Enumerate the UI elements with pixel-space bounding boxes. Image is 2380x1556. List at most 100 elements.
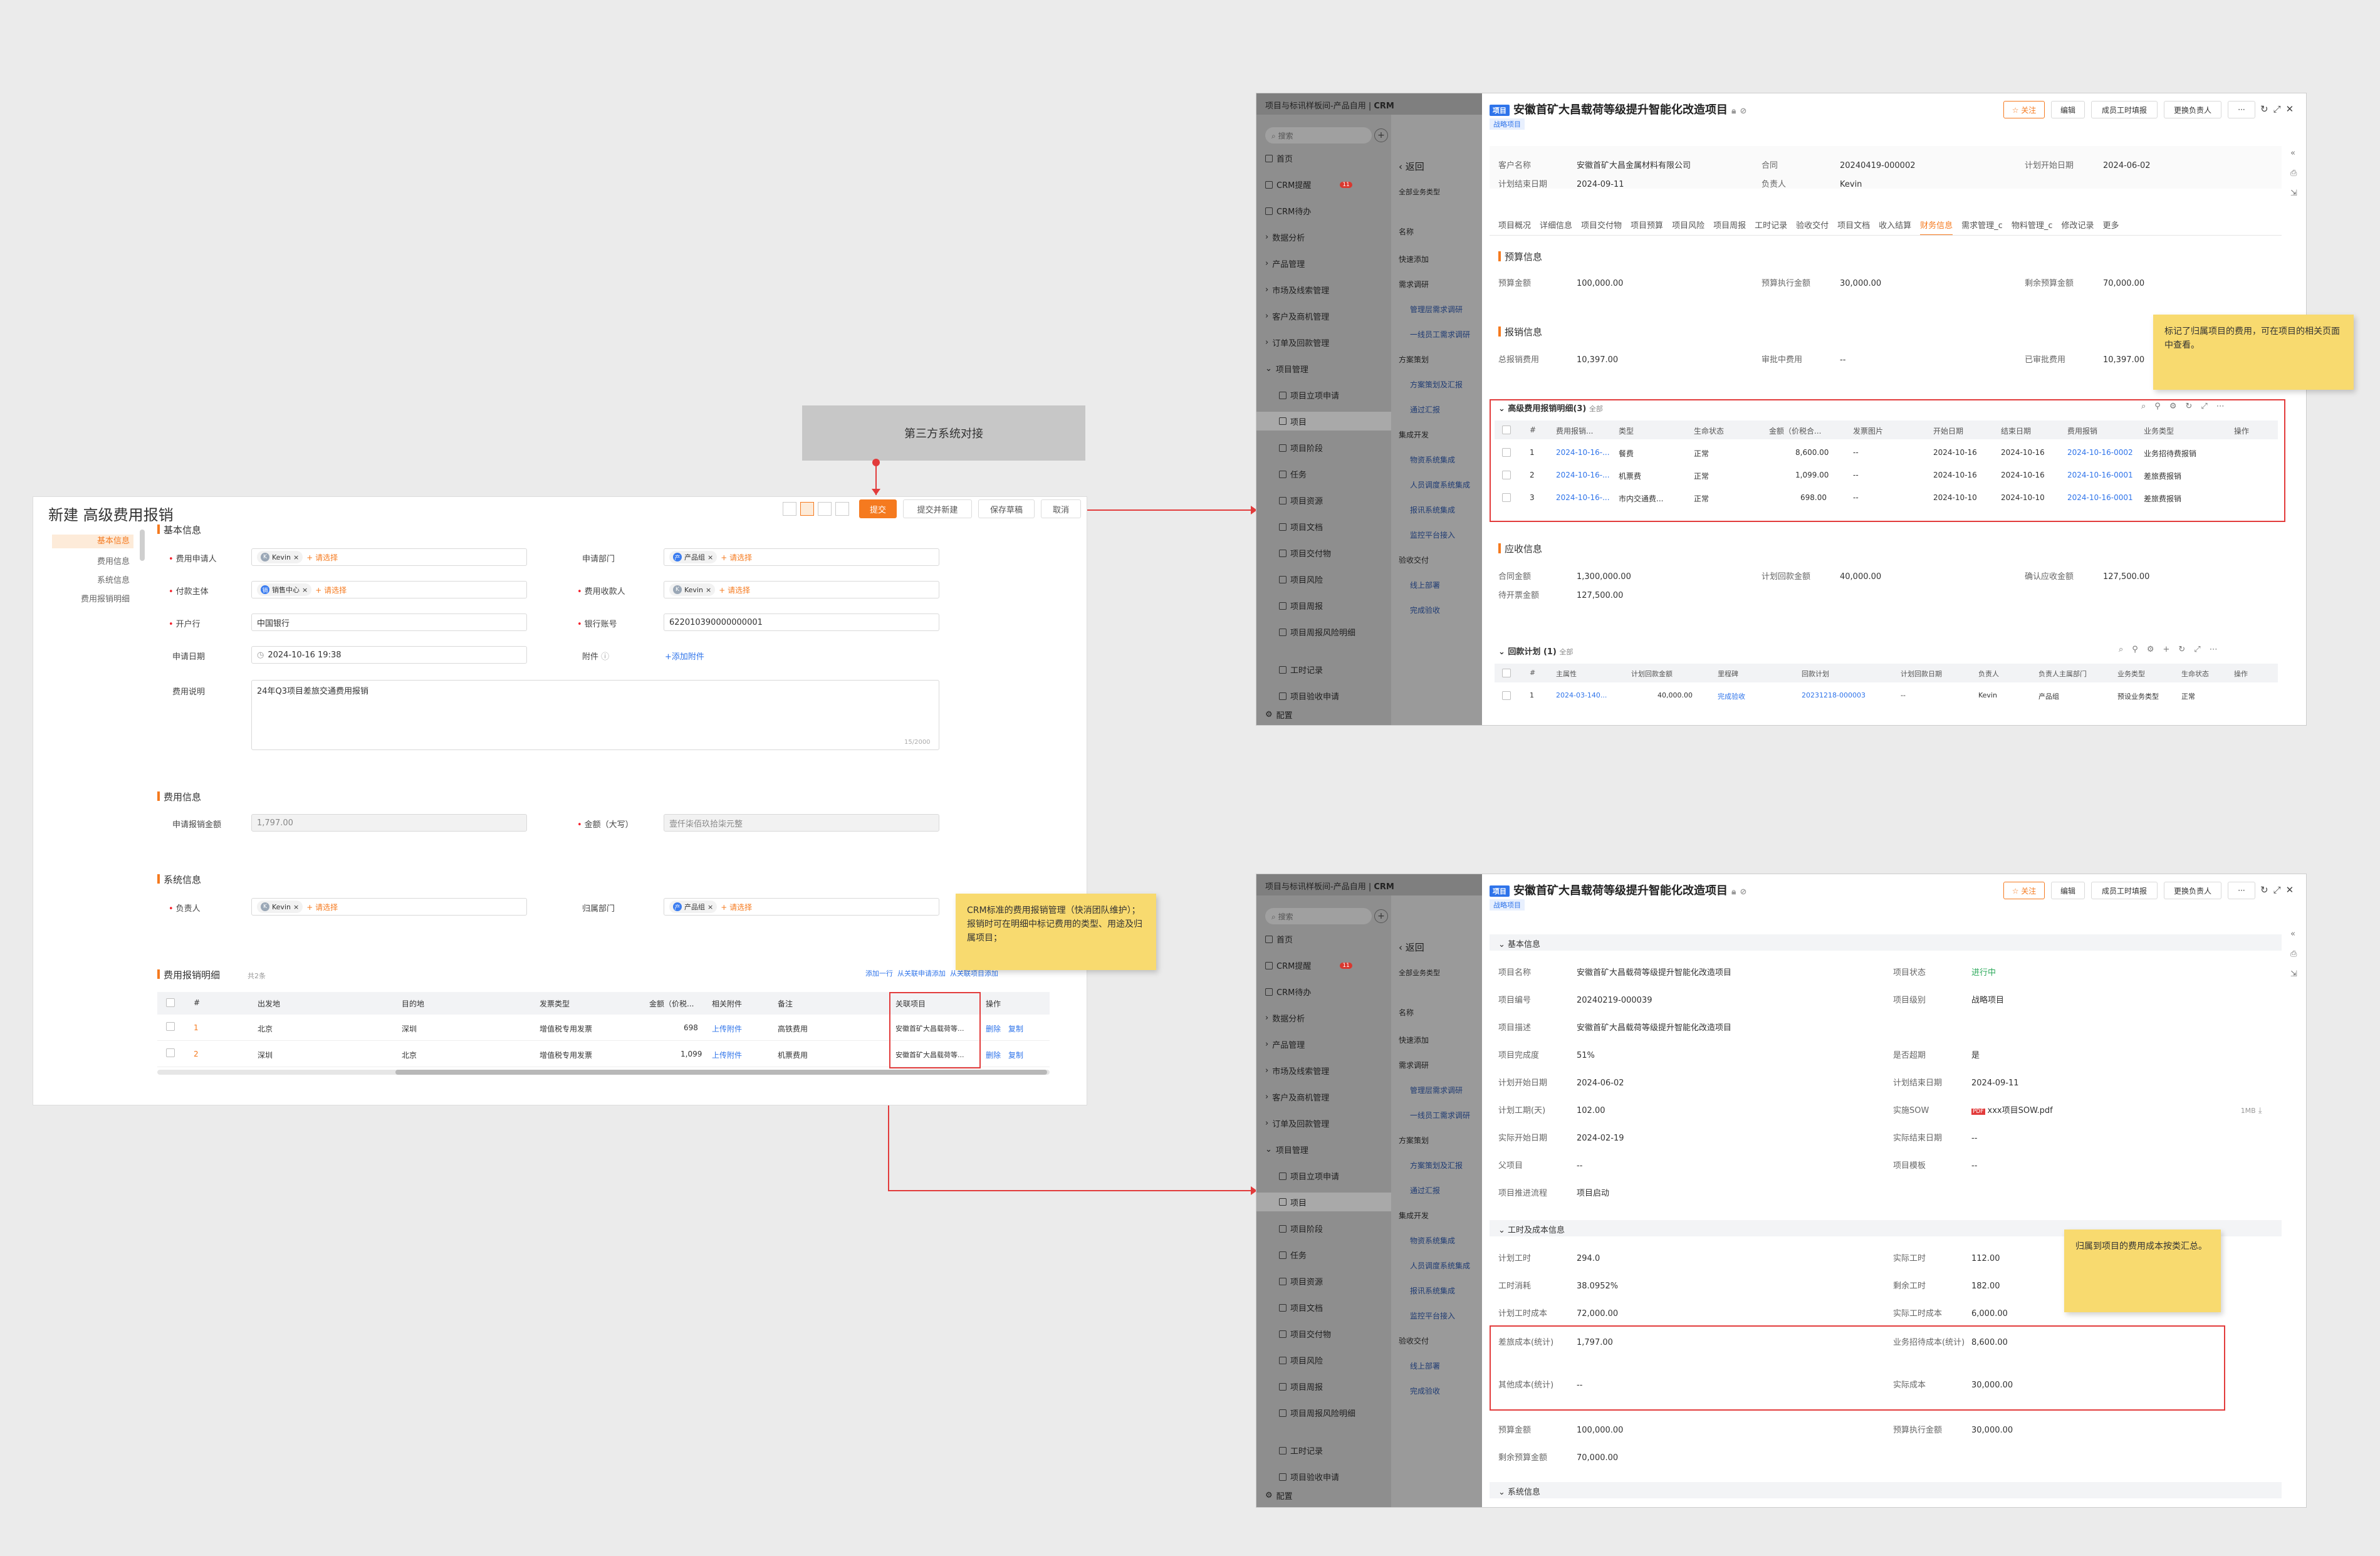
maximize-icon[interactable]: ⤢ xyxy=(2273,884,2286,895)
menu-weekly-risk[interactable]: 项目周报风险明细 xyxy=(1279,1407,1355,1419)
menu-project-apply[interactable]: 项目立项申请 xyxy=(1279,1170,1339,1182)
row-delete-link[interactable]: 删除 xyxy=(986,1023,1001,1034)
follow-button[interactable]: ☆ 关注 xyxy=(2003,882,2045,899)
row-to[interactable]: 深圳 xyxy=(402,1023,417,1034)
biz-type-filter[interactable]: 全部业务类型 xyxy=(1399,187,1440,197)
tab-deliverable[interactable]: 项目交付物 xyxy=(1581,221,1622,231)
list-item[interactable]: 完成验收 xyxy=(1410,1386,1440,1396)
list-item[interactable]: 人员调度系统集成 xyxy=(1410,479,1470,490)
menu-todo[interactable]: CRM待办 xyxy=(1265,986,1311,998)
cancel-button[interactable]: 取消 xyxy=(1041,499,1081,518)
edit-button[interactable]: 编辑 xyxy=(2051,882,2085,899)
add-attachment-link[interactable]: +添加附件 xyxy=(665,650,704,662)
menu-order[interactable]: › 订单及回款管理 xyxy=(1265,1117,1329,1129)
expense-table-title[interactable]: ⌄ 高级费用报销明细(3) 全部 xyxy=(1498,402,1603,414)
list-item[interactable]: 需求调研 xyxy=(1399,279,1429,290)
collapse-icon[interactable]: « xyxy=(2290,144,2297,164)
change-owner-button[interactable]: 更换负责人 xyxy=(2164,882,2221,899)
list-item[interactable]: 物资系统集成 xyxy=(1410,454,1455,465)
menu-risk[interactable]: 项目风险 xyxy=(1279,573,1323,585)
menu-analysis[interactable]: › 数据分析 xyxy=(1265,231,1305,243)
layout-quad-icon[interactable] xyxy=(835,502,849,516)
row-checkbox[interactable] xyxy=(166,1048,175,1057)
row-amount[interactable]: 1,099 xyxy=(681,1050,702,1058)
row-remark[interactable]: 机票费用 xyxy=(778,1050,808,1060)
add-icon[interactable]: + xyxy=(2163,645,2178,654)
search-icon[interactable]: ⌕ xyxy=(2119,645,2132,654)
menu-config[interactable]: ⚙ 配置 xyxy=(1265,1490,1293,1501)
row-amount[interactable]: 698 xyxy=(684,1023,698,1032)
add-icon[interactable]: + xyxy=(1374,128,1388,142)
refresh-icon[interactable]: ↻ xyxy=(2185,402,2201,411)
menu-analysis[interactable]: › 数据分析 xyxy=(1265,1012,1305,1024)
row-upload-link[interactable]: 上传附件 xyxy=(712,1023,742,1034)
form-scrollbar[interactable] xyxy=(140,530,145,561)
menu-project-mgmt[interactable]: ⌄ 项目管理 xyxy=(1265,1144,1308,1156)
menu-project-apply[interactable]: 项目立项申请 xyxy=(1279,389,1339,401)
submit-button[interactable]: 提交 xyxy=(859,499,897,518)
account-field[interactable]: 622010390000000001 xyxy=(664,614,939,631)
add-from-apply-link[interactable]: 从关联申请添加 xyxy=(897,969,946,978)
add-row-link[interactable]: 添加一行 xyxy=(865,969,893,978)
menu-config[interactable]: ⚙ 配置 xyxy=(1265,709,1293,721)
menu-product[interactable]: › 产品管理 xyxy=(1265,258,1305,269)
row-copy-link[interactable]: 复制 xyxy=(1008,1023,1023,1034)
row-copy-link[interactable]: 复制 xyxy=(1008,1050,1023,1060)
list-item[interactable]: 通过汇报 xyxy=(1410,1185,1440,1196)
change-owner-button[interactable]: 更换负责人 xyxy=(2164,101,2221,118)
owner-field[interactable]: K Kevin × + 请选择 xyxy=(251,898,527,916)
refresh-icon[interactable]: ↻ xyxy=(2260,884,2273,895)
menu-market[interactable]: › 市场及线索管理 xyxy=(1265,1065,1329,1077)
select-all-checkbox[interactable] xyxy=(1502,669,1511,677)
row-invoice[interactable]: 增值税专用发票 xyxy=(540,1023,592,1034)
submit-new-button[interactable]: 提交并新建 xyxy=(903,499,972,518)
menu-customer[interactable]: › 客户及商机管理 xyxy=(1265,310,1329,322)
back-link[interactable]: ‹ 返回 xyxy=(1399,160,1424,173)
back-link[interactable]: ‹ 返回 xyxy=(1399,941,1424,954)
tab-details[interactable]: 详细信息 xyxy=(1540,221,1572,231)
row-invoice[interactable]: 增值税专用发票 xyxy=(540,1050,592,1060)
link-icon[interactable]: ⊘ xyxy=(1740,887,1746,897)
nav-expense[interactable]: 费用信息 xyxy=(52,555,133,567)
row-to[interactable]: 北京 xyxy=(402,1050,417,1060)
edit-button[interactable]: 编辑 xyxy=(2051,101,2085,118)
list-item[interactable]: 报讯系统集成 xyxy=(1410,504,1455,515)
add-from-project-link[interactable]: 从关联项目添加 xyxy=(950,969,998,978)
table-row[interactable]: 2 2024-10-16-... 机票费 正常 1,099.00 -- 2024… xyxy=(1495,471,2278,483)
more-icon[interactable]: ⋯ xyxy=(2210,645,2226,654)
maximize-icon[interactable]: ⤢ xyxy=(2273,103,2286,115)
list-item[interactable]: 人员调度系统集成 xyxy=(1410,1260,1470,1271)
crm-search-input[interactable]: ⌕ 搜索 xyxy=(1265,127,1372,144)
row-project[interactable]: 安徽首矿大昌载荷等... xyxy=(895,1023,964,1033)
list-item[interactable]: 验收交付 xyxy=(1399,1335,1429,1346)
menu-remind[interactable]: CRM提醒 11 xyxy=(1265,179,1352,191)
list-item[interactable]: 需求调研 xyxy=(1399,1060,1429,1070)
list-item[interactable]: 快速添加 xyxy=(1399,254,1429,264)
list-item[interactable]: 快速添加 xyxy=(1399,1035,1429,1045)
collapse-icon[interactable]: « xyxy=(2290,924,2297,944)
nav-system[interactable]: 系统信息 xyxy=(52,573,133,585)
tab-revenue[interactable]: 收入结算 xyxy=(1879,221,1911,231)
menu-document[interactable]: 项目文档 xyxy=(1279,521,1323,533)
close-icon[interactable]: ✕ xyxy=(2286,103,2299,115)
menu-weekly[interactable]: 项目周报 xyxy=(1279,1381,1323,1392)
menu-market[interactable]: › 市场及线索管理 xyxy=(1265,284,1329,296)
row-remark[interactable]: 高铁费用 xyxy=(778,1023,808,1034)
search-icon[interactable]: ⌕ xyxy=(2141,402,2154,411)
select-all-checkbox[interactable] xyxy=(166,998,175,1007)
select-all-checkbox[interactable] xyxy=(1502,426,1511,434)
system-section-title[interactable]: ⌄ 系统信息 xyxy=(1498,1485,1540,1497)
row-checkbox[interactable] xyxy=(1502,691,1511,700)
layout-single-icon[interactable] xyxy=(783,502,796,516)
menu-task[interactable]: 任务 xyxy=(1279,468,1307,480)
list-item[interactable]: 集成开发 xyxy=(1399,1210,1429,1221)
more-icon[interactable]: ⋯ xyxy=(2216,402,2233,411)
table-row[interactable]: 3 2024-10-16-... 市内交通费... 正常 698.00 -- 2… xyxy=(1495,493,2278,506)
basic-section-bar[interactable] xyxy=(1490,934,2282,951)
menu-home[interactable]: 首页 xyxy=(1265,933,1293,945)
tab-risk[interactable]: 项目风险 xyxy=(1672,221,1704,231)
table-scrollbar[interactable] xyxy=(157,1070,1050,1075)
menu-project-mgmt[interactable]: ⌄ 项目管理 xyxy=(1265,363,1308,375)
menu-weekly-risk[interactable]: 项目周报风险明细 xyxy=(1279,626,1355,638)
dept-field[interactable]: 产产品组 × + 请选择 xyxy=(664,548,939,566)
